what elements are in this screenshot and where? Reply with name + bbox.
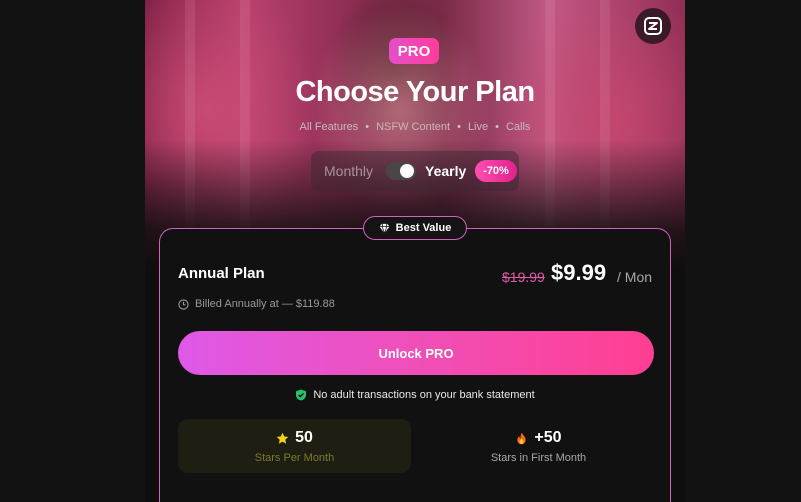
plan-card[interactable]: Annual Plan $19.99 $9.99 / Mon Billed An…	[159, 228, 671, 502]
diamond-icon	[379, 223, 390, 234]
clock-icon	[178, 298, 189, 310]
perk-stars-per-month: 50 Stars Per Month	[178, 419, 411, 473]
plan-name: Annual Plan	[178, 265, 265, 282]
discount-badge: -70%	[475, 160, 517, 182]
current-price: $9.99	[551, 260, 607, 285]
yearly-option[interactable]: Yearly	[425, 163, 466, 179]
privacy-note: No adult transactions on your bank state…	[160, 389, 670, 401]
star-icon	[276, 432, 289, 444]
best-value-label: Best Value	[395, 222, 452, 234]
feature-separator: •	[365, 121, 370, 133]
feature-list: All Features • NSFW Content • Live • Cal…	[145, 121, 685, 133]
feature-separator: •	[457, 121, 461, 133]
app-logo-icon[interactable]	[635, 8, 671, 44]
feature-item: NSFW Content	[376, 121, 451, 133]
billing-note-text: Billed Annually at — $119.88	[195, 298, 335, 310]
old-price: $19.99	[502, 269, 545, 285]
feature-item: Live	[467, 121, 489, 133]
unlock-pro-button[interactable]: Unlock PRO	[178, 331, 654, 375]
billing-switch[interactable]	[386, 162, 416, 180]
feature-item: All Features	[299, 121, 359, 133]
pricing-panel: PRO Choose Your Plan All Features • NSFW…	[145, 0, 685, 502]
best-value-badge: Best Value	[363, 216, 467, 240]
perk-first-month-stars: +50 Stars in First Month	[422, 419, 655, 473]
privacy-note-text: No adult transactions on your bank state…	[313, 389, 535, 401]
shield-check-icon	[296, 389, 307, 401]
app-stage: PRO Choose Your Plan All Features • NSFW…	[0, 0, 801, 502]
perk-label: Stars in First Month	[490, 452, 587, 464]
monthly-option[interactable]: Monthly	[324, 163, 373, 179]
switch-knob	[400, 164, 414, 178]
perk-label: Stars Per Month	[254, 452, 335, 464]
feature-separator: •	[495, 121, 499, 133]
pro-badge: PRO	[389, 38, 439, 64]
page-title: Choose Your Plan	[295, 76, 535, 108]
billing-note: Billed Annually at — $119.88	[178, 298, 335, 310]
perk-value: 50	[295, 429, 313, 446]
feature-item: Calls	[505, 121, 531, 133]
price-period: / Mon	[617, 269, 653, 285]
perk-value: +50	[534, 429, 562, 446]
fire-icon	[517, 432, 527, 444]
